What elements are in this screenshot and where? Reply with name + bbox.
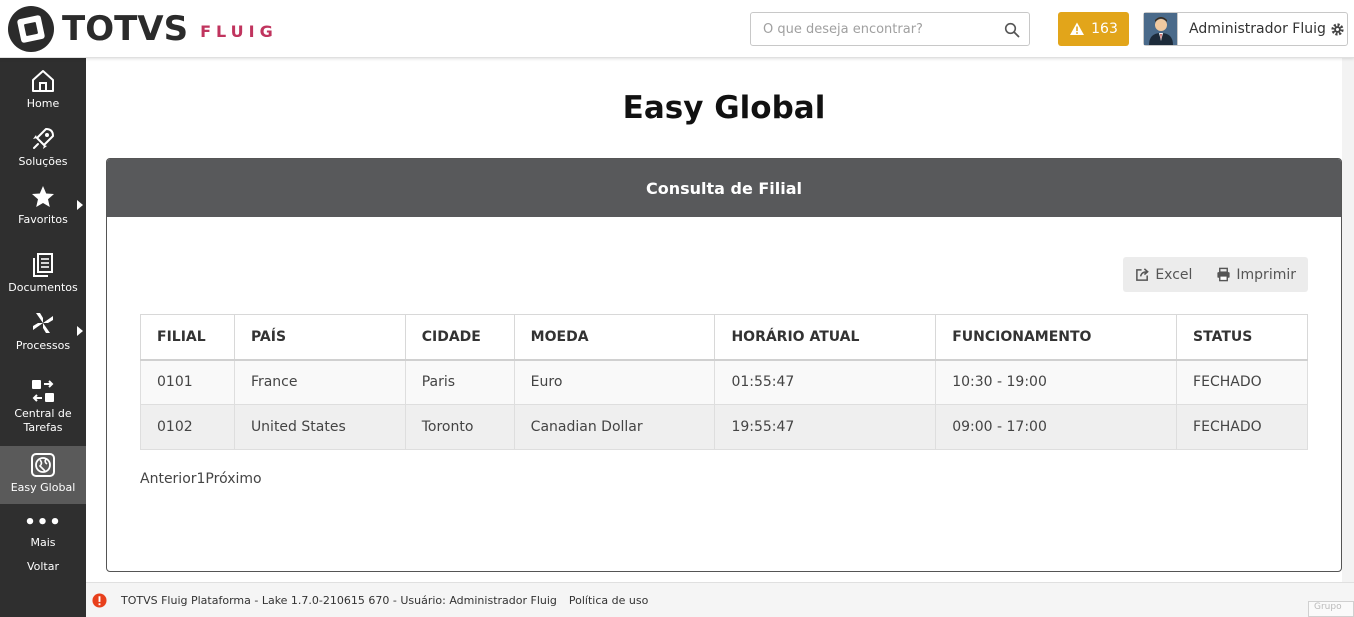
sidebar-item-label: Central de Tarefas (14, 407, 72, 434)
warning-icon (1070, 22, 1085, 35)
search-icon[interactable] (1004, 22, 1020, 38)
export-toolbar: Excel Imprimir (1123, 257, 1308, 292)
cell-pais: United States (233, 404, 406, 450)
tasks-icon (32, 380, 54, 402)
search-input[interactable] (751, 13, 991, 45)
totvs-logo-icon (8, 6, 54, 52)
sidebar-item-label: Documentos (8, 281, 78, 294)
page-title: Easy Global (622, 90, 826, 126)
user-avatar-icon (1148, 17, 1173, 45)
external-link-icon (1136, 268, 1150, 281)
cell-status: FECHADO (1176, 359, 1308, 405)
home-icon (32, 70, 54, 92)
sidebar-item-label: Home (26, 97, 60, 110)
cell-filial: 0102 (140, 404, 235, 450)
sidebar-item-processos[interactable]: Processos (0, 310, 86, 360)
cell-horario-atual: 01:55:47 (714, 359, 937, 405)
globe-icon (31, 453, 55, 477)
panel-title: Consulta de Filial (107, 159, 1341, 217)
avatar (1144, 13, 1178, 45)
sidebar-item-label: Easy Global (10, 481, 76, 494)
rocket-icon (33, 128, 54, 149)
table-row[interactable]: 0101 France Paris Euro 01:55:47 10:30 - … (140, 359, 1308, 405)
sidebar-item-documentos[interactable]: Documentos (0, 252, 86, 302)
column-header-status[interactable]: STATUS (1176, 314, 1308, 361)
cell-pais: France (233, 359, 406, 405)
privacy-policy-link[interactable]: Política de uso (569, 594, 648, 607)
cell-horario-atual: 19:55:47 (714, 404, 937, 450)
gear-icon[interactable] (1330, 22, 1345, 37)
table-row[interactable]: 0102 United States Toronto Canadian Doll… (140, 404, 1308, 450)
footer-info: TOTVS Fluig Plataforma - Lake 1.7.0-2106… (121, 593, 557, 607)
alert-count: 163 (1091, 21, 1118, 37)
logo-sub-text: FLUIG (200, 21, 278, 41)
sidebar: Home Soluções Favoritos Documentos Proce… (0, 58, 86, 617)
user-name: Administrador Fluig (1189, 21, 1326, 37)
excel-button[interactable]: Excel (1135, 267, 1192, 283)
cell-funcionamento: 09:00 - 17:00 (935, 404, 1178, 450)
sidebar-item-label: Favoritos (18, 213, 68, 226)
column-header-cidade[interactable]: CIDADE (404, 314, 515, 361)
column-header-filial[interactable]: FILIAL (140, 314, 235, 361)
totvs-logo[interactable]: TOTVS FLUIG (6, 4, 278, 54)
sidebar-item-label: Mais (30, 536, 56, 549)
vertical-scrollbar[interactable] (1342, 58, 1354, 582)
top-header: TOTVS FLUIG 163 Administrador Fluig (0, 0, 1354, 58)
cell-cidade: Paris (404, 359, 515, 405)
sidebar-item-label: Soluções (18, 155, 68, 168)
pagination[interactable]: Anterior1Próximo (140, 471, 262, 487)
branch-table: FILIAL PAÍS CIDADE MOEDA HORÁRIO ATUAL F… (140, 314, 1308, 450)
sidebar-item-favoritos[interactable]: Favoritos (0, 184, 86, 234)
error-icon[interactable] (92, 592, 107, 608)
sidebar-item-label: Processos (15, 339, 71, 352)
branch-query-panel: Consulta de Filial Excel Imprimir FILIAL (106, 158, 1342, 572)
logo-text: TOTVS (62, 9, 189, 49)
sidebar-item-easy-global[interactable]: Easy Global (0, 446, 86, 504)
print-label: Imprimir (1236, 266, 1296, 283)
expand-arrow-icon (77, 326, 83, 336)
excel-label: Excel (1155, 266, 1193, 283)
cell-cidade: Toronto (404, 404, 515, 450)
table-header-row: FILIAL PAÍS CIDADE MOEDA HORÁRIO ATUAL F… (140, 314, 1308, 361)
sidebar-item-mais[interactable]: ••• Mais (0, 514, 86, 550)
cell-status: FECHADO (1176, 404, 1308, 450)
sidebar-item-voltar[interactable]: Voltar (0, 560, 86, 578)
processes-icon (33, 313, 53, 333)
search-box (750, 12, 1030, 46)
sidebar-item-solucoes[interactable]: Soluções (0, 126, 86, 176)
user-menu[interactable]: Administrador Fluig (1143, 12, 1348, 46)
alerts-button[interactable]: 163 (1058, 12, 1129, 46)
cell-moeda: Canadian Dollar (513, 404, 716, 450)
column-header-pais[interactable]: PAÍS (233, 314, 406, 361)
column-header-moeda[interactable]: MOEDA (513, 314, 716, 361)
column-header-funcionamento[interactable]: FUNCIONAMENTO (935, 314, 1178, 361)
cell-filial: 0101 (140, 359, 235, 405)
sidebar-item-label: Voltar (26, 560, 60, 573)
sidebar-item-home[interactable]: Home (0, 68, 86, 118)
expand-arrow-icon (77, 200, 83, 210)
documents-icon (33, 253, 53, 277)
star-icon (32, 186, 54, 207)
printer-icon (1217, 267, 1230, 282)
more-icon: ••• (24, 512, 62, 533)
sidebar-item-central-de-tarefas[interactable]: Central de Tarefas (0, 378, 86, 438)
footer: TOTVS Fluig Plataforma - Lake 1.7.0-2106… (86, 582, 1354, 617)
group-widget[interactable]: Grupo (1308, 601, 1354, 617)
column-header-horario-atual[interactable]: HORÁRIO ATUAL (714, 314, 937, 361)
cell-moeda: Euro (513, 359, 716, 405)
print-button[interactable]: Imprimir (1216, 267, 1296, 283)
cell-funcionamento: 10:30 - 19:00 (935, 359, 1178, 405)
